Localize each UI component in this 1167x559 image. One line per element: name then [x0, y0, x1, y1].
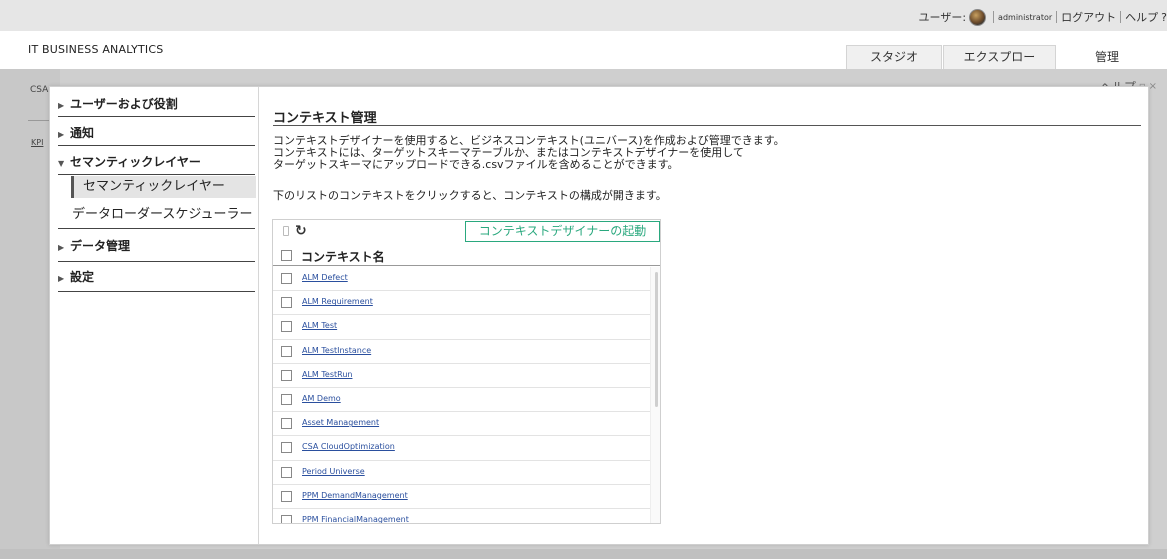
list-item: CSA CloudOptimization [273, 436, 650, 461]
chevron-down-icon: ▼ [58, 159, 65, 168]
list-item: ALM Test [273, 315, 650, 340]
refresh-icon[interactable]: ↻ [295, 223, 307, 239]
list-toolbar: ↻ コンテキストデザイナーの起動 [273, 220, 660, 244]
row-checkbox[interactable] [281, 490, 292, 502]
select-all-checkbox[interactable] [281, 250, 292, 261]
sidebar-section-data-management[interactable]: ▶ データ管理 [58, 237, 255, 254]
context-link[interactable]: PPM DemandManagement [302, 491, 408, 500]
delete-icon[interactable] [283, 226, 289, 236]
scrollbar-thumb[interactable] [655, 272, 658, 407]
context-link[interactable]: ALM Defect [302, 273, 348, 282]
row-checkbox[interactable] [281, 345, 292, 357]
list-item: ALM TestInstance [273, 340, 650, 364]
row-checkbox[interactable] [281, 442, 292, 454]
chevron-right-icon: ▶ [58, 130, 65, 139]
list-item: PPM DemandManagement [273, 485, 650, 509]
page-title: コンテキスト管理 [273, 111, 377, 126]
chevron-right-icon: ▶ [58, 243, 65, 252]
chevron-right-icon: ▶ [58, 274, 65, 283]
sidebar-item-semantic-layer[interactable]: セマンティックレイヤー [71, 176, 256, 198]
help-link[interactable]: ヘルプ [1125, 9, 1158, 25]
sidebar-section-semantic-layer[interactable]: ▼ セマンティックレイヤー [58, 153, 255, 170]
page-description: コンテキストデザイナーを使用すると、ビジネスコンテキスト(ユニバース)を作成およ… [273, 134, 785, 171]
page-hint: 下のリストのコンテキストをクリックすると、コンテキストの構成が開きます。 [273, 189, 667, 202]
tab-admin[interactable]: 管理 [1057, 45, 1157, 69]
context-link[interactable]: ALM Requirement [302, 297, 373, 306]
list-item: ALM TestRun [273, 364, 650, 388]
context-link[interactable]: Asset Management [302, 418, 379, 427]
context-link[interactable]: ALM Test [302, 321, 337, 330]
background-label-kpi: KPI [31, 138, 44, 147]
row-checkbox[interactable] [281, 393, 292, 405]
context-link[interactable]: ALM TestRun [302, 370, 352, 379]
list-item: ALM Requirement [273, 291, 650, 316]
admin-modal: ▶ ユーザーおよび役割 ▶ 通知 ▼ セマンティックレイヤー セマンティックレイヤー … [49, 86, 1149, 545]
row-checkbox[interactable] [281, 297, 292, 309]
sidebar-section-users[interactable]: ▶ ユーザーおよび役割 [58, 95, 255, 112]
list-item: AM Demo [273, 388, 650, 413]
sidebar-section-settings[interactable]: ▶ 設定 [58, 268, 255, 285]
row-checkbox[interactable] [281, 321, 292, 333]
user-label: ユーザー: [918, 11, 967, 24]
context-list-panel: ↻ コンテキストデザイナーの起動 コンテキスト名 ALM Defect ALM R… [272, 219, 661, 524]
context-link[interactable]: Period Universe [302, 467, 365, 476]
launch-context-designer-button[interactable]: コンテキストデザイナーの起動 [465, 221, 660, 242]
context-link[interactable]: CSA CloudOptimization [302, 442, 395, 451]
chevron-right-icon: ▶ [58, 101, 65, 110]
tab-explorer[interactable]: エクスプローラー [943, 45, 1056, 86]
sidebar-item-data-loader-scheduler[interactable]: データローダースケジューラー [72, 203, 252, 222]
row-checkbox[interactable] [281, 514, 292, 523]
bottom-bar [0, 549, 1167, 559]
list-item: Period Universe [273, 461, 650, 485]
context-link[interactable]: ALM TestInstance [302, 346, 371, 355]
avatar [969, 8, 987, 26]
user-bar: ユーザー: administrator ログアウト ヘルプ ? [918, 8, 1167, 26]
logout-link[interactable]: ログアウト [1061, 9, 1116, 25]
list-item: PPM FinancialManagement [273, 509, 650, 523]
brand-title: IT BUSINESS ANALYTICS [28, 43, 164, 56]
top-bar: ユーザー: administrator ログアウト ヘルプ ? [0, 0, 1167, 31]
row-checkbox[interactable] [281, 273, 292, 284]
column-header-context-name: コンテキスト名 [301, 250, 385, 264]
row-checkbox[interactable] [281, 418, 292, 430]
username: administrator [998, 12, 1053, 22]
main-tabs: スタジオ エクスプローラー 管理 [846, 45, 1158, 86]
list-item: ALM Defect [273, 267, 650, 292]
help-question-icon[interactable]: ? [1161, 11, 1167, 24]
close-icon[interactable]: × [1149, 81, 1157, 92]
app-header: IT BUSINESS ANALYTICS スタジオ エクスプローラー 管理 [0, 31, 1167, 86]
tab-studio[interactable]: スタジオ [846, 45, 942, 69]
sidebar-section-notifications[interactable]: ▶ 通知 [58, 124, 255, 141]
background-label-csa: CSA [30, 85, 49, 95]
context-rows: ALM Defect ALM Requirement ALM Test ALM Tes… [273, 267, 650, 523]
sidebar: ▶ ユーザーおよび役割 ▶ 通知 ▼ セマンティックレイヤー セマンティックレイヤー … [50, 87, 259, 544]
row-checkbox[interactable] [281, 466, 292, 478]
list-header: コンテキスト名 [273, 246, 660, 266]
row-checkbox[interactable] [281, 369, 292, 381]
list-item: Asset Management [273, 412, 650, 437]
context-link[interactable]: PPM FinancialManagement [302, 515, 409, 523]
context-link[interactable]: AM Demo [302, 394, 341, 403]
